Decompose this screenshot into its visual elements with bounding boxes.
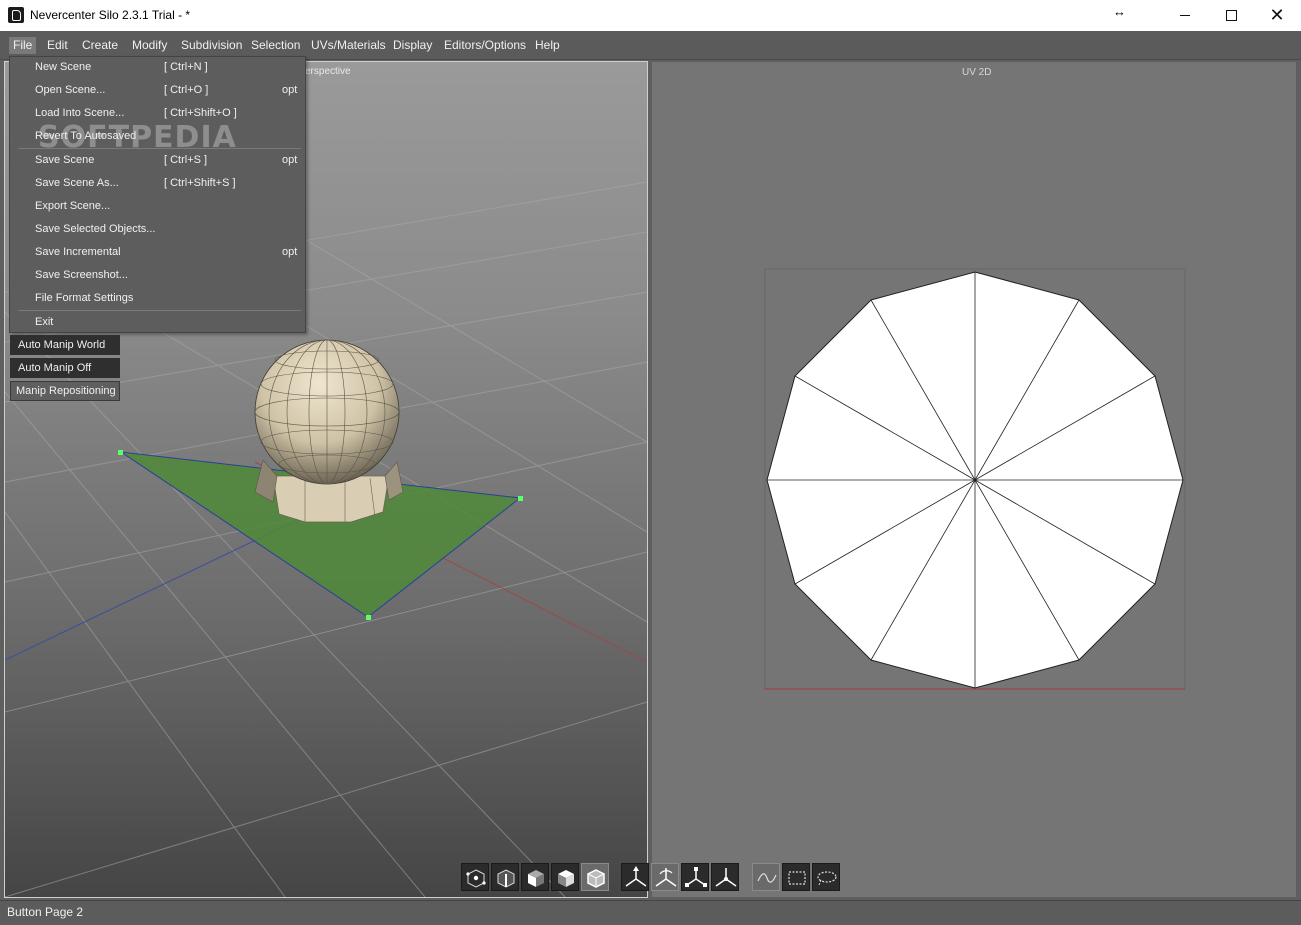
menu-item-label: Open Scene... [35,84,106,96]
window-title: Nevercenter Silo 2.3.1 Trial - * [30,8,191,22]
menu-item-label: Save Screenshot... [35,269,128,281]
box-select-icon [788,871,806,885]
maximize-button[interactable] [1208,0,1254,31]
edge-mode-icon [497,869,515,888]
title-bar: Nevercenter Silo 2.3.1 Trial - * ↔ ✕ [0,0,1301,31]
watermark: SOFTPEDIA [38,120,237,155]
menu-item-shortcut: [ Ctrl+Shift+S ] [164,177,236,189]
menu-item-label: Save Scene [35,154,95,166]
auto-manip-world-button[interactable]: Auto Manip World [10,335,120,355]
menu-item-shortcut: [ Ctrl+O ] [164,84,209,96]
menu-separator [18,310,301,311]
vertex-mode-icon [466,869,486,888]
menu-item-opt[interactable]: opt [282,246,297,258]
manip-repositioning-button[interactable]: Manip Repositioning [10,381,120,401]
vertex-handle[interactable] [366,615,371,620]
menu-item-shortcut: [ Ctrl+S ] [164,154,208,166]
menu-selection[interactable]: Selection [247,37,304,54]
menu-item-label: Save Selected Objects... [35,223,156,235]
object-face-mode-icon [558,870,574,887]
lasso-select-button[interactable] [812,863,840,891]
rotate-manip-button[interactable] [651,863,679,891]
status-bar: Button Page 2 [0,900,1301,925]
menu-item-save-scene-as[interactable]: Save Scene As... [ Ctrl+Shift+S ] [10,173,305,195]
file-menu-dropdown: New Scene [ Ctrl+N ] Open Scene... [ Ctr… [9,56,306,333]
uv-layout [764,268,1186,690]
face-mode-icon [528,870,544,887]
auto-manip-off-button[interactable]: Auto Manip Off [10,358,120,378]
menu-item-opt[interactable]: opt [282,84,297,96]
status-text: Button Page 2 [7,905,84,919]
object-mode-button[interactable] [581,863,609,891]
menu-item-opt[interactable]: opt [282,154,297,166]
menu-item-label: Exit [35,316,54,328]
scale-manip-button[interactable] [681,863,709,891]
scale-manip-icon [685,867,707,887]
object-face-mode-button[interactable] [551,863,579,891]
menu-item-exit[interactable]: Exit [10,312,305,334]
menu-help[interactable]: Help [531,37,564,54]
menu-item-label: Save Incremental [35,246,121,258]
menu-item-label: New Scene [35,61,92,73]
edge-mode-button[interactable] [491,863,519,891]
menu-subdivision[interactable]: Subdivision [177,37,246,54]
menu-item-label: Save Scene As... [35,177,119,189]
minimize-icon [1180,15,1190,16]
box-select-button[interactable] [782,863,810,891]
menu-item-label: File Format Settings [35,292,134,304]
menu-item-label: Export Scene... [35,200,111,212]
menu-file[interactable]: File [9,37,37,54]
menu-editors-options[interactable]: Editors/Options [440,37,530,54]
universal-manip-icon [715,868,737,887]
object-mode-icon [587,869,605,888]
menu-create[interactable]: Create [78,37,122,54]
menu-item-export-scene[interactable]: Export Scene... [10,196,305,218]
menu-item-shortcut: [ Ctrl+N ] [164,61,208,73]
menu-item-save-screenshot[interactable]: Save Screenshot... [10,265,305,287]
menu-item-save-selected-objects[interactable]: Save Selected Objects... [10,219,305,241]
menu-edit[interactable]: Edit [43,37,72,54]
universal-manip-button[interactable] [711,863,739,891]
menu-item-open-scene[interactable]: Open Scene... [ Ctrl+O ] opt [10,80,305,102]
menu-item-new-scene[interactable]: New Scene [ Ctrl+N ] [10,57,305,79]
sphere-mesh[interactable] [254,339,400,485]
close-button[interactable]: ✕ [1254,0,1300,31]
vertex-mode-button[interactable] [461,863,489,891]
lasso-select-icon [817,871,837,886]
app-icon [8,7,24,23]
minimize-button[interactable] [1162,0,1208,31]
menu-item-file-format-settings[interactable]: File Format Settings [10,288,305,310]
rotate-manip-icon [655,868,677,887]
menu-item-shortcut: [ Ctrl+Shift+O ] [164,107,237,119]
close-icon: ✕ [1269,4,1285,26]
paint-select-button[interactable] [752,863,780,891]
resize-icon: ↔ [1113,4,1126,19]
menu-item-label: Load Into Scene... [35,107,125,119]
vertex-handle[interactable] [118,450,123,455]
paint-select-icon [757,873,777,883]
move-manip-icon [625,866,647,887]
perspective-viewport-label: erspective [305,66,351,77]
vertex-handle[interactable] [518,496,523,501]
menu-item-save-incremental[interactable]: Save Incremental opt [10,242,305,264]
menu-display[interactable]: Display [389,37,436,54]
move-manip-button[interactable] [621,863,649,891]
menu-modify[interactable]: Modify [128,37,171,54]
uv-2d-viewport[interactable]: UV 2D [651,61,1297,898]
menu-uvs-materials[interactable]: UVs/Materials [307,37,390,54]
face-mode-button[interactable] [521,863,549,891]
maximize-icon [1225,10,1237,21]
